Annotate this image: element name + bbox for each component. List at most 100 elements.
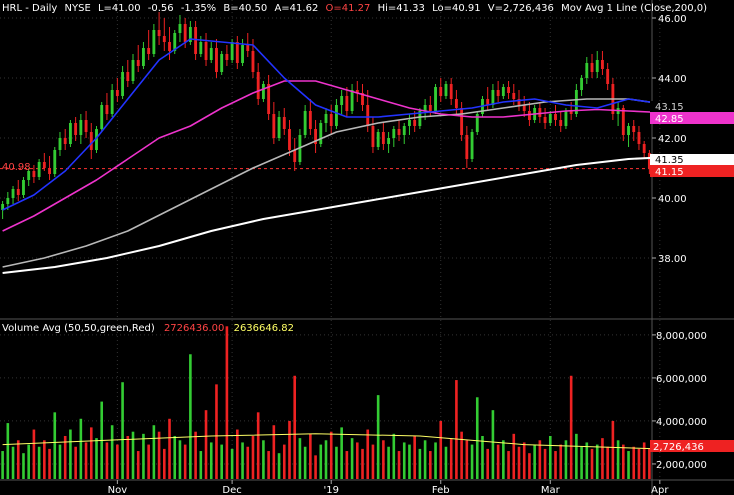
volume-bar [402,442,406,479]
candle-body [277,117,281,138]
candle-body [606,69,610,84]
candle-body [42,162,46,168]
volume-bar [616,440,620,479]
candle-body [408,120,411,126]
volume-bar [324,440,328,479]
candle-body [428,105,432,111]
candle-body [272,114,276,138]
change-pct-label: -1.35% [181,3,216,14]
price-tags: 43.15 42.85 41.35 41.15 2,726,436 [650,101,734,453]
volume-bar [194,431,197,479]
volume-study-label: Volume Avg (50,50,green,Red) [2,323,155,334]
volume-bar [397,451,401,479]
volume-bar [512,433,516,479]
candle-body [11,189,15,198]
volume-bar [22,453,25,479]
volume-bar [230,448,234,479]
volume-bar [105,442,109,479]
volume-bar [418,448,422,479]
candle-body [402,126,406,135]
candle-body [460,108,464,135]
volume-bar [121,382,124,479]
volume-bar [455,380,458,479]
candle-body [32,171,36,177]
time-tick-label: Dec [222,485,241,495]
volume-bar [444,446,448,479]
candle-body [387,138,391,144]
candle-body [308,111,312,129]
volume-bar [84,442,88,479]
candle-body [501,87,505,96]
candle-body [324,114,328,123]
candle-body [627,126,630,135]
volume-bar [303,446,307,479]
candle-body [100,105,104,129]
bid-label: B=40.50 [223,3,267,14]
volume-bar [475,397,479,479]
volume-label: V=2,726,436 [488,3,554,14]
candle-body [115,90,119,96]
candle-body [152,30,156,54]
candle-body [340,96,344,105]
volume-bar [329,431,333,479]
chart-canvas: 46.00 44.00 42.00 40.00 38.00 8,000,000 6,000,… [0,0,734,495]
candle-body [345,96,349,111]
volume-bar [611,420,615,479]
candle-body [204,42,208,60]
title-sep: - [25,3,32,14]
candle-body [454,99,458,108]
volume-bar [507,451,510,479]
candle-body [225,54,229,60]
candle-body [329,114,333,126]
candle-body [261,84,265,99]
volume-bar [142,433,145,479]
price-tick-label: 38.00 [658,254,687,265]
volume-bar [522,442,526,479]
volume-bar [256,412,260,479]
volume-bar [632,446,636,479]
volume-bar [569,375,573,479]
candle-body [121,72,125,96]
candle-body [621,108,625,135]
candle-body [590,63,594,72]
candle-body [183,24,187,42]
symbol-label: HRL [2,3,22,14]
volume-bar [627,451,630,479]
candle-body [413,120,417,126]
candle-body [512,93,516,99]
volume-bar [340,427,343,479]
exchange-label: NYSE [65,3,91,14]
volume-bar [559,444,563,479]
candle-body [580,78,584,90]
volume-bar [460,431,463,479]
study-label: Mov Avg 1 Line (Close,200,0) [561,3,707,14]
volume-bar [236,429,239,479]
candle-body [491,90,495,105]
volume-bar [309,433,312,479]
time-tick-label: Mar [541,485,561,495]
candle-body [538,108,542,117]
time-tick-label: Nov [108,485,128,495]
candle-body [465,135,469,159]
candle-body [293,150,297,162]
stock-chart: 46.00 44.00 42.00 40.00 38.00 8,000,000 6,000,… [0,0,734,495]
volume-bar [241,442,244,479]
volume-bar [298,438,302,479]
volume-bar [152,425,156,479]
candle-body [366,105,370,126]
volume-bar [288,420,291,479]
volume-bar [345,451,349,479]
candle-body [282,117,286,129]
change-label: -0.56 [148,3,174,14]
candle-body [371,126,375,147]
volume-bar [199,451,203,479]
last-price-label: L=41.00 [98,3,141,14]
candle-body [22,180,25,195]
time-tick-label: Apr [651,485,669,495]
candle-body [194,27,198,54]
volume-value-1: 2726436.00 [164,323,224,334]
volume-bar [6,423,10,479]
volume-bar [543,448,547,479]
volume-bar [48,448,51,479]
candle-body [241,45,244,63]
